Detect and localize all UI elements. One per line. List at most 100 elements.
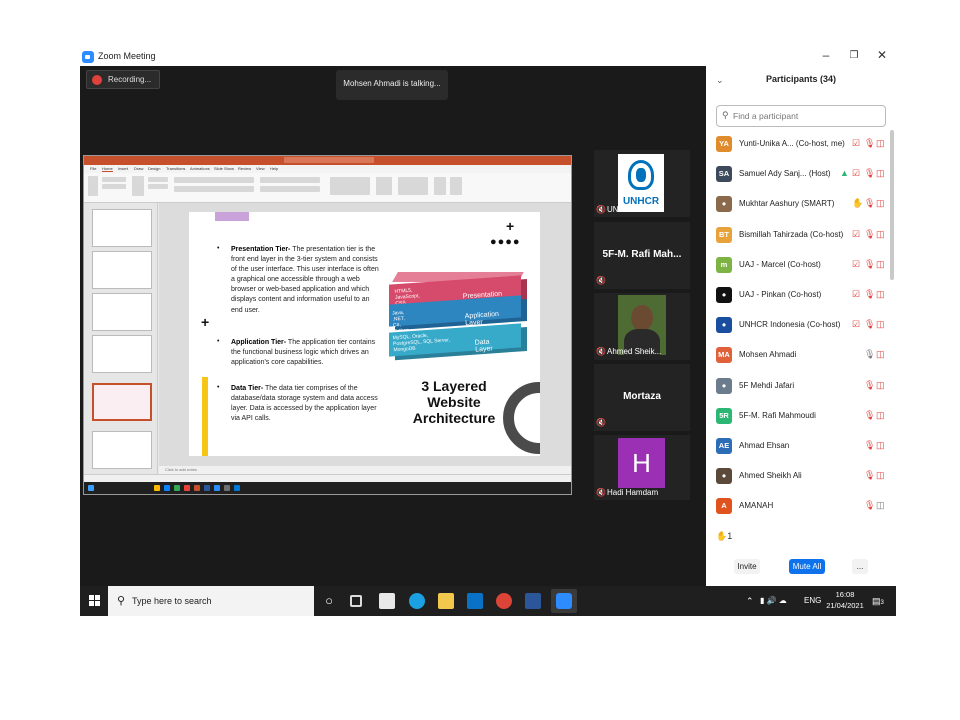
language-indicator[interactable]: ENG bbox=[804, 596, 821, 605]
video-tile-unhcr[interactable]: UNHCR 🔇 UNHCR Indo... bbox=[594, 150, 690, 217]
video-off-icon: ◫ bbox=[876, 349, 885, 360]
mic-muted-icon: 🎙 bbox=[864, 440, 876, 450]
taskbar-clock[interactable]: 16:08 21/04/2021 bbox=[825, 589, 865, 611]
raised-hands-counter: ✋1 bbox=[716, 531, 733, 541]
participant-search-input[interactable]: ⚲ Find a participant bbox=[716, 105, 886, 127]
participant-avatar: SA bbox=[716, 166, 732, 183]
taskbar-search-placeholder: Type here to search bbox=[132, 596, 212, 606]
mic-muted-icon: 🔇 bbox=[596, 276, 606, 285]
screen-share-icon: ▲ bbox=[840, 168, 849, 179]
scrollbar[interactable] bbox=[890, 130, 894, 280]
video-tile-hadi[interactable]: H 🔇 Hadi Hamdam bbox=[594, 435, 690, 500]
word-icon[interactable] bbox=[525, 593, 541, 609]
participant-row[interactable]: ● 5F Mehdi Jafari 🎙 ◫ bbox=[706, 371, 890, 401]
participant-row[interactable]: MA Mohsen Ahmadi 🎙 ◫ bbox=[706, 340, 890, 370]
participant-avatar: ● bbox=[716, 377, 732, 394]
ppt-ribbon-tabs: File Home Insert Draw Design Transitions Anima… bbox=[84, 165, 571, 173]
slide-thumbnail[interactable] bbox=[92, 251, 152, 289]
mic-muted-icon: 🎙 bbox=[864, 228, 876, 239]
file-explorer-icon[interactable] bbox=[438, 593, 454, 609]
slide-accent-bar bbox=[215, 212, 249, 221]
participant-row[interactable]: m UAJ - Marcel (Co-host) ☑ 🎙 ◫ bbox=[706, 250, 890, 280]
ppt-notes-pane[interactable]: Click to add notes bbox=[159, 466, 571, 474]
ppt-status-bar bbox=[84, 474, 571, 482]
participants-panel: ⌄ Participants (34) ⚲ Find a participant… bbox=[706, 66, 896, 586]
arc-decoration bbox=[501, 380, 540, 456]
minimize-icon[interactable]: – bbox=[816, 48, 836, 62]
application-tier-text: Application Tier- The application tier c… bbox=[231, 339, 376, 367]
edge-icon[interactable] bbox=[409, 593, 425, 609]
windows-start-icon[interactable] bbox=[89, 595, 101, 607]
video-icon: ◫ bbox=[876, 500, 885, 511]
slide-thumbnail[interactable] bbox=[92, 209, 152, 247]
invite-button[interactable]: Invite bbox=[734, 559, 760, 574]
share-icon: ☑ bbox=[852, 319, 861, 330]
video-off-icon: ◫ bbox=[876, 379, 885, 390]
participant-row[interactable]: YA Yunti-Unika A... (Co-host, me) ☑ 🎙 ◫ bbox=[706, 129, 890, 159]
video-off-icon: ◫ bbox=[876, 198, 885, 209]
participant-avatar: ● bbox=[716, 468, 732, 485]
participant-row[interactable]: ● UNHCR Indonesia (Co-host) ☑ 🎙 ◫ bbox=[706, 310, 890, 340]
mic-muted-icon: 🎙 bbox=[864, 168, 876, 179]
video-tile-rafi[interactable]: 5F-M. Rafi Mah... 🔇 bbox=[594, 222, 690, 289]
zoom-taskbar-icon[interactable] bbox=[551, 589, 577, 613]
participant-row[interactable]: AE Ahmad Ehsan 🎙 ◫ bbox=[706, 431, 890, 461]
slide-thumbnail[interactable] bbox=[92, 431, 152, 469]
participant-row[interactable]: ● Mukhtar Aashury (SMART) ✋ 🎙 ◫ bbox=[706, 189, 890, 219]
mic-muted-icon: 🎙 bbox=[864, 500, 876, 511]
notification-icon[interactable]: ▤3 bbox=[872, 596, 884, 607]
tray-icons[interactable]: ▮ 🔊 ☁ bbox=[760, 596, 787, 605]
store-icon[interactable] bbox=[379, 593, 395, 609]
talking-indicator: Mohsen Ahmadi is talking... bbox=[336, 70, 448, 100]
slide-thumbnail-selected[interactable] bbox=[92, 383, 152, 421]
participant-avatar: ● bbox=[716, 196, 732, 213]
mic-muted-icon: 🔇 bbox=[596, 418, 606, 427]
mail-icon[interactable] bbox=[467, 593, 483, 609]
cortana-icon[interactable]: ○ bbox=[321, 593, 337, 609]
mic-muted-icon: 🎙 bbox=[864, 258, 876, 269]
window-titlebar: Zoom Meeting – ❐ ✕ bbox=[80, 48, 896, 66]
slide-thumbnail[interactable] bbox=[92, 335, 152, 373]
participant-name: Bismillah Tahirzada (Co-host) bbox=[739, 229, 844, 239]
participant-row[interactable]: SA Samuel Ady Sanj... (Host) ▲ ☑ 🎙 ◫ bbox=[706, 159, 890, 189]
video-tile-mortaza[interactable]: Mortaza 🔇 bbox=[594, 364, 690, 431]
mute-all-button[interactable]: Mute All bbox=[789, 559, 825, 574]
bullet-icon: • bbox=[217, 384, 220, 391]
bullet-icon: • bbox=[217, 338, 220, 345]
data-tier-text: Data Tier- The data tier comprises of th… bbox=[231, 385, 378, 423]
participant-row[interactable]: BT Bismillah Tahirzada (Co-host) ☑ 🎙 ◫ bbox=[706, 220, 890, 250]
slide-thumbnail[interactable] bbox=[92, 293, 152, 331]
video-off-icon: ◫ bbox=[876, 289, 885, 299]
share-icon: ☑ bbox=[852, 289, 861, 299]
task-view-icon[interactable] bbox=[350, 595, 362, 607]
video-off-icon: ◫ bbox=[876, 440, 885, 450]
participant-row[interactable]: 5R 5F-M. Rafi Mahmoudi 🎙 ◫ bbox=[706, 401, 890, 431]
tray-expand-icon[interactable]: ⌃ bbox=[746, 596, 754, 607]
tile-avatar-initial: H bbox=[618, 438, 665, 488]
participant-name: Ahmad Ehsan bbox=[739, 441, 790, 450]
recording-indicator[interactable]: Recording... bbox=[86, 70, 160, 89]
video-tile-ahmed[interactable]: 🔇 Ahmed Sheik... bbox=[594, 293, 690, 360]
participant-name: AMANAH bbox=[739, 501, 774, 511]
participant-row[interactable]: A AMANAH 🎙 ◫ bbox=[706, 491, 890, 521]
mic-muted-icon: 🎙 bbox=[864, 138, 876, 148]
restore-icon[interactable]: ❐ bbox=[844, 50, 864, 61]
participant-name: Mukhtar Aashury (SMART) bbox=[739, 199, 835, 209]
close-icon[interactable]: ✕ bbox=[872, 48, 892, 62]
video-off-icon: ◫ bbox=[876, 319, 885, 330]
remote-taskbar bbox=[84, 482, 571, 494]
ppt-ribbon bbox=[84, 173, 571, 203]
participant-name: Mohsen Ahmadi bbox=[739, 350, 797, 360]
participant-row[interactable]: ● Ahmed Sheikh Ali 🎙 ◫ bbox=[706, 461, 890, 491]
video-off-icon: ◫ bbox=[876, 138, 885, 148]
ppt-slide-thumbnails bbox=[84, 203, 158, 482]
chrome-icon[interactable] bbox=[496, 593, 512, 609]
more-button[interactable]: ... bbox=[852, 559, 868, 574]
participant-row[interactable]: ● UAJ - Pinkan (Co-host) ☑ 🎙 ◫ bbox=[706, 280, 890, 310]
dots-decoration-icon: ●●●● bbox=[490, 236, 521, 248]
plus-decoration-icon: + bbox=[506, 218, 515, 234]
taskbar-search-box[interactable]: ⚲ Type here to search bbox=[108, 586, 314, 616]
ppt-titlebar bbox=[84, 156, 571, 165]
participant-avatar: MA bbox=[716, 347, 732, 364]
participant-name: 5F-M. Rafi Mahmoudi bbox=[739, 410, 816, 420]
